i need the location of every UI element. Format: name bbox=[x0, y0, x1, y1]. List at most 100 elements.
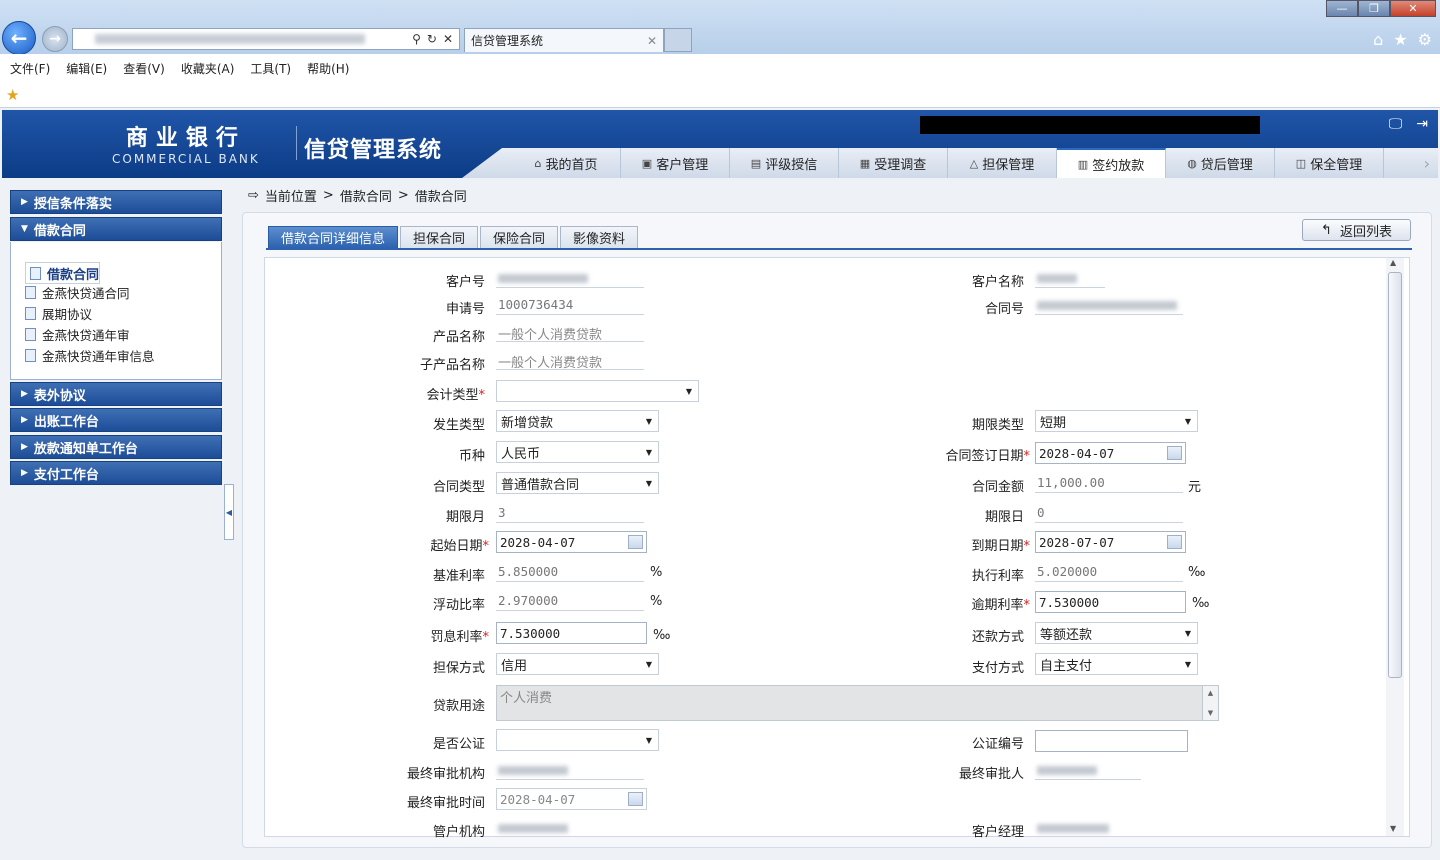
sidebar-item-extension[interactable]: 展期协议 bbox=[25, 304, 92, 323]
contract-type-select[interactable]: 普通借款合同 ▼ bbox=[496, 472, 659, 494]
chevron-right-icon: ▶ bbox=[21, 389, 28, 399]
nav-postloan[interactable]: ◍ 贷后管理 bbox=[1166, 148, 1275, 178]
scroll-up-icon[interactable]: ▲ bbox=[1208, 689, 1213, 697]
scroll-down-icon[interactable]: ▼ bbox=[1208, 709, 1213, 717]
textarea-scrollbar[interactable]: ▲ ▼ bbox=[1202, 686, 1218, 720]
notary-no-input[interactable] bbox=[1035, 730, 1188, 752]
address-bar[interactable]: ⚲ ↻ ✕ bbox=[72, 28, 460, 50]
scroll-down-icon[interactable]: ▼ bbox=[1390, 824, 1396, 833]
currency-select[interactable]: 人民币 ▼ bbox=[496, 441, 659, 463]
sidebar-item-annual-review[interactable]: 金燕快贷通年审 bbox=[25, 325, 130, 344]
sidebar-item-annual-review-info[interactable]: 金燕快贷通年审信息 bbox=[25, 346, 155, 365]
sidebar-section-notice[interactable]: ▶ 放款通知单工作台 bbox=[10, 435, 222, 459]
refresh-icon[interactable]: ↻ bbox=[427, 32, 437, 46]
guarantee-select[interactable]: 信用 ▼ bbox=[496, 653, 659, 675]
breadcrumb-item[interactable]: 借款合同 bbox=[415, 186, 467, 205]
forward-arrow-icon[interactable]: → bbox=[42, 26, 68, 52]
breadcrumb-item[interactable]: 借款合同 bbox=[340, 186, 392, 205]
home-icon[interactable]: ⌂ bbox=[1373, 30, 1383, 49]
nav-next-icon[interactable]: › bbox=[1424, 154, 1430, 173]
term-type-select[interactable]: 短期 ▼ bbox=[1035, 410, 1198, 432]
favorites-star-icon[interactable]: ★ bbox=[1393, 30, 1407, 49]
sidebar-item-jinyan-contract[interactable]: 金燕快贷通合同 bbox=[25, 283, 130, 302]
customer-name-label: 客户名称 bbox=[971, 275, 1024, 290]
sidebar-section-disbursement[interactable]: ▶ 出账工作台 bbox=[10, 408, 222, 432]
menu-edit[interactable]: 编辑(E) bbox=[66, 60, 107, 77]
sidebar-section-payment[interactable]: ▶ 支付工作台 bbox=[10, 461, 222, 485]
required-mark: * bbox=[482, 630, 490, 645]
logout-icon[interactable]: ⇥ bbox=[1416, 116, 1428, 132]
final-time-input[interactable]: 2028-04-07 bbox=[496, 788, 647, 810]
manage-org-value bbox=[496, 820, 644, 838]
product-label: 产品名称 bbox=[432, 330, 485, 345]
menu-favorites[interactable]: 收藏夹(A) bbox=[181, 60, 235, 77]
gear-icon[interactable]: ⚙ bbox=[1418, 30, 1432, 49]
sidebar-section-loan-contract[interactable]: ▼ 借款合同 bbox=[10, 217, 222, 241]
nav-contract[interactable]: ▥ 签约放款 bbox=[1057, 148, 1166, 178]
pay-select[interactable]: 自主支付 ▼ bbox=[1035, 653, 1198, 675]
nav-preservation[interactable]: ◫ 保全管理 bbox=[1275, 148, 1384, 178]
nav-customer[interactable]: ▣ 客户管理 bbox=[621, 148, 730, 178]
end-date-input[interactable]: 2028-07-07 bbox=[1035, 531, 1186, 553]
restore-button[interactable]: ❐ bbox=[1358, 0, 1390, 17]
sidebar-section-credit-conditions[interactable]: ▶ 授信条件落实 bbox=[10, 190, 222, 214]
nav-survey[interactable]: ▦ 受理调查 bbox=[839, 148, 948, 178]
purpose-label: 贷款用途 bbox=[432, 699, 485, 714]
search-icon[interactable]: ⚲ bbox=[412, 32, 421, 46]
tab-close-icon[interactable]: ✕ bbox=[647, 34, 657, 48]
tab-contract-detail[interactable]: 借款合同详细信息 bbox=[268, 226, 399, 248]
account-type-select[interactable]: ▼ bbox=[496, 380, 699, 402]
float-ratio-value: 2.970000 bbox=[496, 593, 644, 611]
monitor-icon[interactable]: 🖵 bbox=[1389, 116, 1403, 132]
select-value: 普通借款合同 bbox=[501, 477, 580, 493]
stop-icon[interactable]: ✕ bbox=[443, 32, 453, 46]
overdue-rate-input[interactable]: 7.530000 bbox=[1035, 591, 1186, 613]
calendar-icon[interactable] bbox=[628, 535, 643, 549]
penalty-rate-text: 罚息利率 bbox=[430, 630, 483, 645]
add-favorite-icon[interactable]: ★ bbox=[6, 86, 19, 104]
redacted-value bbox=[1037, 824, 1109, 833]
main-nav: ⌂ 我的首页 ▣ 客户管理 ▤ 评级授信 ▦ 受理调查 △ 担保管理 ▥ 签约放款 ◍ 贷后管… bbox=[512, 148, 1384, 178]
back-button-label: 返回列表 bbox=[1339, 224, 1392, 240]
close-window-button[interactable]: ✕ bbox=[1390, 0, 1436, 17]
tab-image-data[interactable]: 影像资料 bbox=[560, 226, 639, 248]
tab-guarantee-contract[interactable]: 担保合同 bbox=[400, 226, 479, 248]
nav-home[interactable]: ⌂ 我的首页 bbox=[512, 148, 621, 178]
form-scrollbar[interactable]: ▲ ▼ bbox=[1386, 258, 1404, 836]
sign-date-input[interactable]: 2028-04-07 bbox=[1035, 442, 1186, 464]
dropdown-arrow-icon: ▼ bbox=[1184, 416, 1191, 426]
minimize-button[interactable]: — bbox=[1326, 0, 1358, 17]
browser-tab[interactable]: 信贷管理系统 ✕ bbox=[464, 28, 664, 52]
new-tab-button[interactable] bbox=[664, 28, 692, 52]
select-value: 等额还款 bbox=[1040, 627, 1093, 643]
collapse-sidebar-handle[interactable]: ◀ bbox=[224, 484, 234, 540]
penalty-rate-input[interactable]: 7.530000 bbox=[496, 622, 647, 644]
start-date-label: 起始日期* bbox=[400, 535, 489, 554]
menu-view[interactable]: 查看(V) bbox=[123, 60, 165, 77]
sidebar-item-loan-contract[interactable]: 借款合同 bbox=[25, 262, 101, 284]
term-month-value: 3 bbox=[496, 505, 644, 523]
date-value: 2028-07-07 bbox=[1039, 534, 1115, 550]
scrollbar-thumb[interactable] bbox=[1388, 272, 1402, 678]
nav-guarantee[interactable]: △ 担保管理 bbox=[948, 148, 1057, 178]
tab-insurance-contract[interactable]: 保险合同 bbox=[480, 226, 559, 248]
back-to-list-button[interactable]: ↰ 返回列表 bbox=[1302, 219, 1411, 241]
calendar-icon[interactable] bbox=[628, 792, 643, 806]
back-arrow-icon[interactable]: ← bbox=[2, 21, 36, 55]
sign-date-label: 合同签订日期* bbox=[900, 445, 1030, 464]
occur-type-select[interactable]: 新增贷款 ▼ bbox=[496, 410, 659, 432]
sidebar-section-offbalance[interactable]: ▶ 表外协议 bbox=[10, 382, 222, 406]
menu-help[interactable]: 帮助(H) bbox=[307, 60, 349, 77]
calendar-icon[interactable] bbox=[1167, 535, 1182, 549]
menu-file[interactable]: 文件(F) bbox=[10, 60, 50, 77]
purpose-value: 个人消费 bbox=[500, 691, 553, 706]
menu-tools[interactable]: 工具(T) bbox=[250, 60, 291, 77]
repay-select[interactable]: 等额还款 ▼ bbox=[1035, 622, 1198, 644]
purpose-textarea[interactable]: 个人消费 ▲ ▼ bbox=[496, 685, 1219, 721]
calendar-icon[interactable] bbox=[1167, 446, 1182, 460]
dropdown-arrow-icon: ▼ bbox=[645, 416, 652, 426]
start-date-input[interactable]: 2028-04-07 bbox=[496, 531, 647, 553]
scroll-up-icon[interactable]: ▲ bbox=[1390, 258, 1396, 267]
nav-rating[interactable]: ▤ 评级授信 bbox=[730, 148, 839, 178]
notary-select[interactable]: ▼ bbox=[496, 729, 659, 751]
